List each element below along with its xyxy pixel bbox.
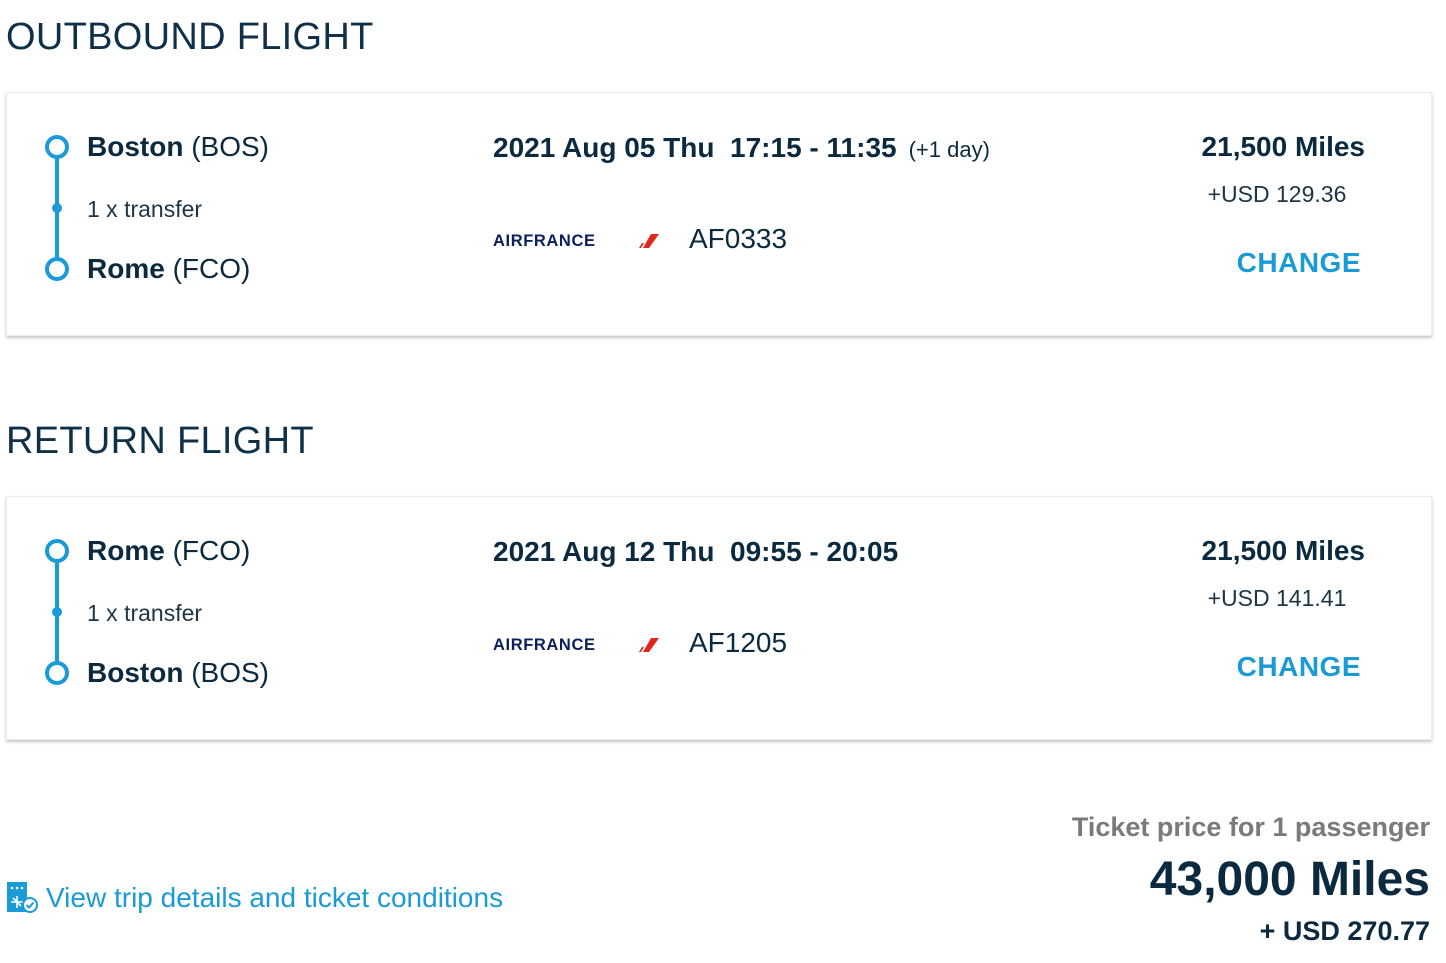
origin-city: Boston bbox=[87, 131, 184, 162]
destination-code: (BOS) bbox=[191, 657, 269, 688]
airline-wordmark: AIRFRANCE bbox=[493, 636, 596, 653]
outbound-flight-card: Boston (BOS) 1 x transfer Rome (FCO) 202… bbox=[6, 92, 1432, 336]
flight-miles: 21,500 Miles bbox=[1201, 131, 1365, 162]
airline-logo: AIRFRANCE bbox=[493, 232, 659, 249]
flight-usd: +USD 129.36 bbox=[1207, 181, 1347, 207]
destination: Boston (BOS) bbox=[87, 657, 269, 689]
flight-number: AF1205 bbox=[689, 627, 788, 658]
plus-day: (+1 day) bbox=[908, 137, 990, 162]
origin-node-icon bbox=[45, 135, 69, 159]
ticket-price-label: Ticket price for 1 passenger bbox=[1071, 812, 1430, 842]
origin-code: (FCO) bbox=[172, 535, 251, 566]
flight-number: AF0333 bbox=[689, 223, 788, 254]
change-outbound-button[interactable]: CHANGE bbox=[1237, 247, 1361, 279]
destination-code: (FCO) bbox=[172, 253, 251, 284]
outbound-heading: OUTBOUND FLIGHT bbox=[6, 16, 374, 58]
destination-node-icon bbox=[45, 257, 69, 281]
ticket-conditions-icon bbox=[7, 882, 38, 913]
destination: Rome (FCO) bbox=[87, 253, 250, 285]
origin: Rome (FCO) bbox=[87, 535, 250, 567]
return-heading: RETURN FLIGHT bbox=[6, 420, 314, 462]
flight-usd: +USD 141.41 bbox=[1207, 585, 1347, 611]
flight-summary-page: OUTBOUND FLIGHT Boston (BOS) 1 x transfe… bbox=[0, 0, 1446, 963]
transfer-count: 1 x transfer bbox=[87, 600, 203, 626]
origin: Boston (BOS) bbox=[87, 131, 269, 163]
change-return-button[interactable]: CHANGE bbox=[1237, 651, 1361, 683]
airline-wordmark: AIRFRANCE bbox=[493, 232, 596, 249]
airline-logo: AIRFRANCE bbox=[493, 636, 659, 653]
destination-node-icon bbox=[45, 661, 69, 685]
return-flight-card: Rome (FCO) 1 x transfer Boston (BOS) 202… bbox=[6, 496, 1432, 740]
destination-city: Rome bbox=[87, 253, 165, 284]
trip-details-label[interactable]: View trip details and ticket conditions bbox=[46, 882, 503, 914]
transfer-dot-icon bbox=[52, 203, 62, 213]
transfer-count: 1 x transfer bbox=[87, 196, 203, 222]
destination-city: Boston bbox=[87, 657, 184, 688]
trip-details-link[interactable]: View trip details and ticket conditions bbox=[6, 878, 503, 918]
origin-city: Rome bbox=[87, 535, 165, 566]
total-miles: 43,000 Miles bbox=[1149, 853, 1430, 906]
datetime-text: 2021 Aug 05 Thu 17:15 - 11:35 bbox=[493, 132, 897, 163]
flight-miles: 21,500 Miles bbox=[1201, 535, 1365, 566]
total-usd: + USD 270.77 bbox=[1259, 916, 1430, 946]
flight-datetime: 2021 Aug 05 Thu 17:15 - 11:35 (+1 day) bbox=[493, 132, 990, 164]
origin-code: (BOS) bbox=[191, 131, 269, 162]
flight-datetime: 2021 Aug 12 Thu 09:55 - 20:05 bbox=[493, 536, 899, 567]
transfer-dot-icon bbox=[52, 607, 62, 617]
origin-node-icon bbox=[45, 539, 69, 563]
